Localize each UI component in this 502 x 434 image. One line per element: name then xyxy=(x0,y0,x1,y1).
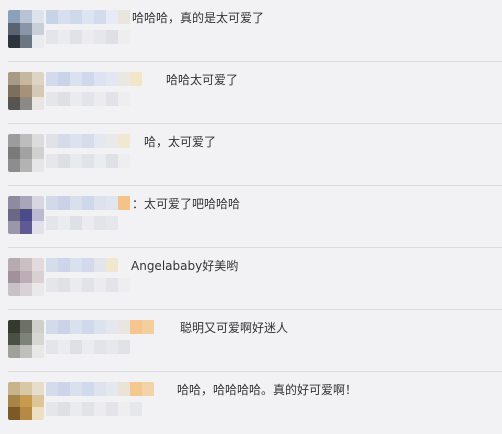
comment-meta-blurred xyxy=(46,278,130,292)
comment-row: 哈哈太可爱了 xyxy=(0,62,502,124)
comment-text: ：太可爱了吧哈哈哈 xyxy=(132,197,241,211)
comment-meta-blurred xyxy=(46,30,130,44)
comment-list: 哈哈哈，真的是太可爱了 哈哈太可爱了 哈，太可爱了 ：太可爱了吧哈哈哈 Ange… xyxy=(0,0,502,428)
username-blurred[interactable] xyxy=(46,10,130,24)
avatar[interactable] xyxy=(8,134,44,172)
comment-meta-blurred xyxy=(46,92,130,106)
comment-text: 聪明又可爱啊好迷人 xyxy=(180,321,289,335)
comment-text: 哈，太可爱了 xyxy=(144,135,217,149)
comment-row: 哈哈，哈哈哈哈。真的好可爱啊！ xyxy=(0,372,502,434)
comment-row: Angelababy好美哟 xyxy=(0,248,502,310)
comment-text: 哈哈太可爱了 xyxy=(166,73,239,87)
comment-text: Angelababy好美哟 xyxy=(131,259,239,273)
username-blurred[interactable] xyxy=(46,382,154,396)
comment-row: ：太可爱了吧哈哈哈 xyxy=(0,186,502,248)
username-blurred[interactable] xyxy=(46,134,130,148)
username-blurred[interactable] xyxy=(46,320,154,334)
comment-row: 哈哈哈，真的是太可爱了 xyxy=(0,0,502,62)
avatar[interactable] xyxy=(8,10,44,48)
comment-row: 哈，太可爱了 xyxy=(0,124,502,186)
avatar[interactable] xyxy=(8,382,44,420)
username-blurred[interactable] xyxy=(46,196,130,210)
comment-meta-blurred xyxy=(46,216,118,230)
comment-text: 哈哈，哈哈哈哈。真的好可爱啊！ xyxy=(177,383,358,397)
comment-text: 哈哈哈，真的是太可爱了 xyxy=(132,11,265,25)
comment-meta-blurred xyxy=(46,402,142,416)
username-blurred[interactable] xyxy=(46,72,142,86)
comment-meta-blurred xyxy=(46,154,130,168)
avatar[interactable] xyxy=(8,320,44,358)
username-blurred[interactable] xyxy=(46,258,118,272)
comment-meta-blurred xyxy=(46,340,130,354)
avatar[interactable] xyxy=(8,72,44,110)
avatar[interactable] xyxy=(8,196,44,234)
comment-row: 聪明又可爱啊好迷人 xyxy=(0,310,502,372)
avatar[interactable] xyxy=(8,258,44,296)
